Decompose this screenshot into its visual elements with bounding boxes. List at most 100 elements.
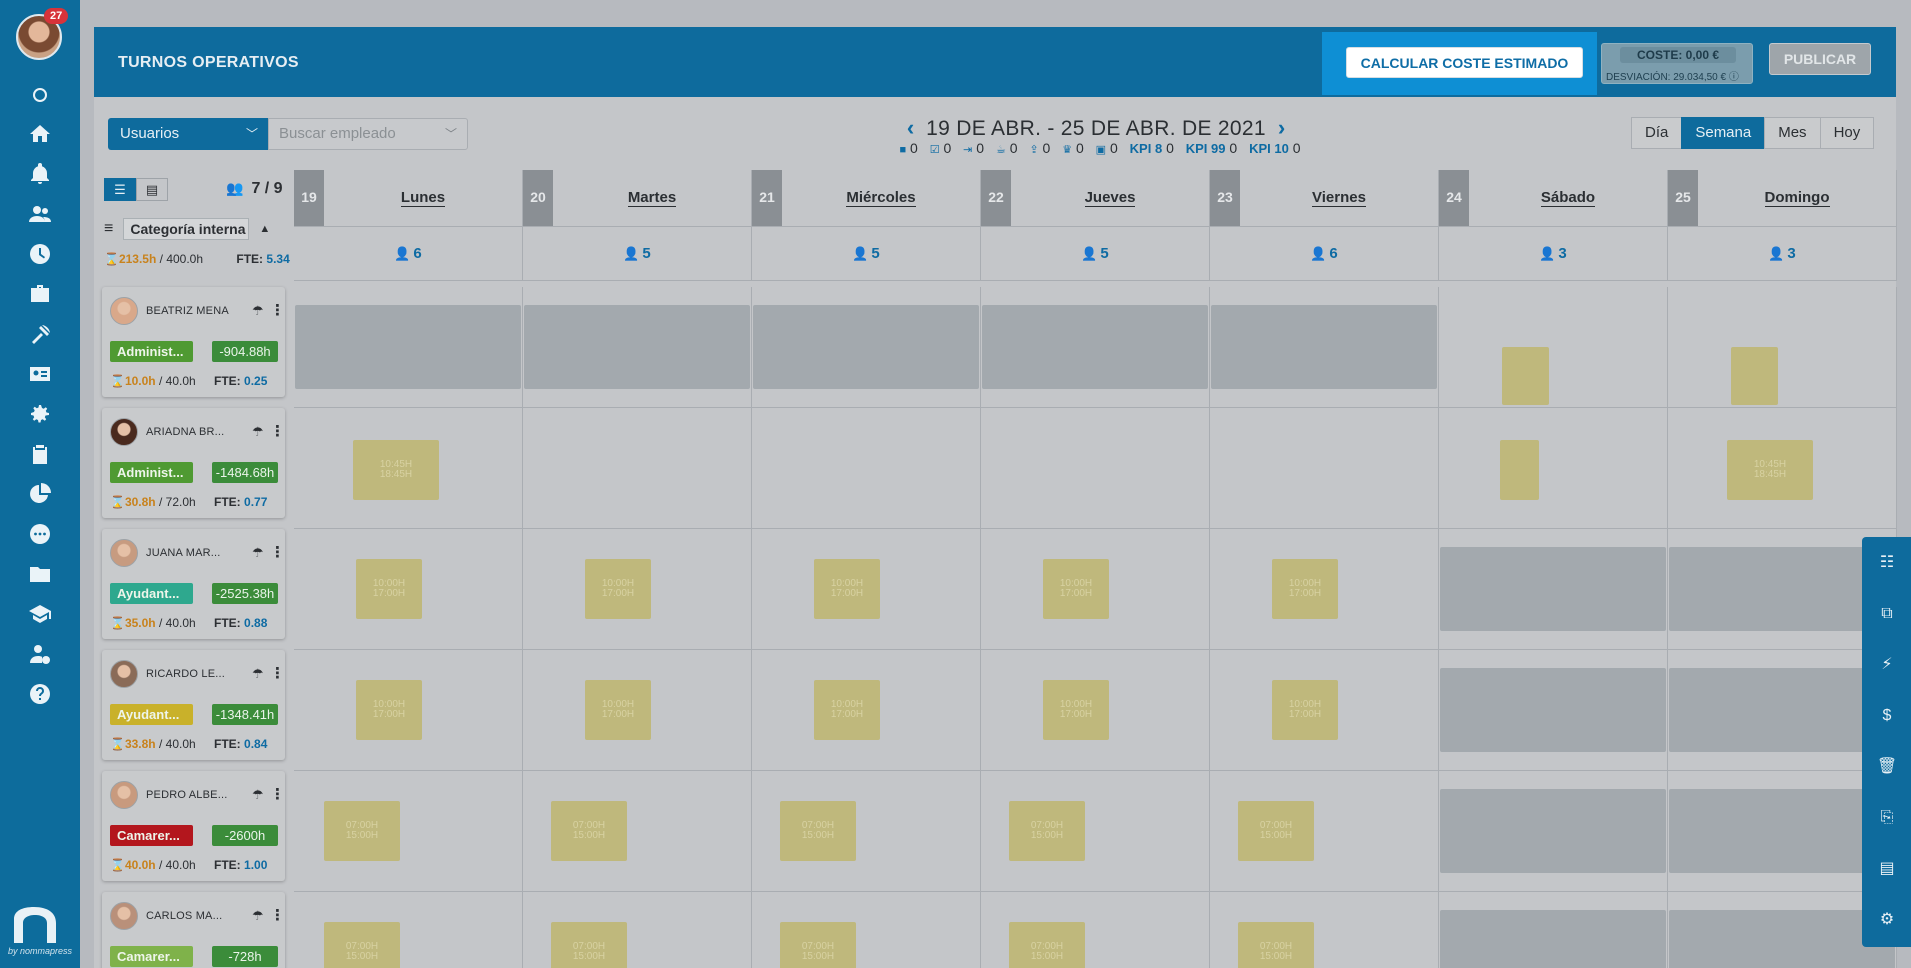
folder-icon[interactable] bbox=[24, 559, 56, 589]
schedule-cell[interactable]: 10:00H 17:00H bbox=[294, 529, 523, 650]
more-options-icon[interactable]: ⋮ bbox=[270, 422, 285, 440]
list-view-icon[interactable]: ☰ bbox=[104, 178, 136, 201]
graduation-icon[interactable] bbox=[24, 599, 56, 629]
schedule-cell[interactable]: 07:00H 15:00H bbox=[523, 892, 752, 968]
shift-block[interactable]: 07:00H 15:00H bbox=[780, 922, 856, 968]
day-name[interactable]: Jueves bbox=[1011, 189, 1209, 207]
schedule-cell[interactable]: 07:00H 15:00H bbox=[752, 771, 981, 892]
shift-block[interactable]: 10:45H 18:45H bbox=[353, 440, 439, 500]
trash-icon[interactable]: 🗑 bbox=[1876, 756, 1898, 778]
settings-icon[interactable]: ⚙ bbox=[1876, 909, 1898, 931]
shift-block[interactable]: 07:00H 15:00H bbox=[1238, 801, 1314, 861]
user-avatar-wrap[interactable]: 27 bbox=[16, 8, 69, 60]
schedule-cell[interactable] bbox=[1210, 408, 1439, 529]
view-today-button[interactable]: Hoy bbox=[1819, 117, 1875, 149]
day-header[interactable]: 19 Lunes bbox=[294, 170, 523, 226]
gear-icon[interactable] bbox=[24, 399, 56, 429]
schedule-cell[interactable] bbox=[523, 287, 752, 408]
shift-block[interactable]: 10:00H 17:00H bbox=[1272, 680, 1338, 740]
more-options-icon[interactable]: ⋮ bbox=[270, 906, 285, 924]
day-name[interactable]: Domingo bbox=[1698, 189, 1896, 207]
umbrella-icon[interactable]: ☂ bbox=[252, 666, 264, 682]
schedule-cell[interactable]: 10:00H 17:00H bbox=[294, 650, 523, 771]
more-options-icon[interactable]: ⋮ bbox=[270, 301, 285, 319]
document-icon[interactable]: ▤ bbox=[1876, 858, 1898, 880]
view-day-button[interactable]: Día bbox=[1631, 117, 1683, 149]
calculate-cost-button[interactable]: CALCULAR COSTE ESTIMADO bbox=[1346, 47, 1583, 78]
day-name[interactable]: Viernes bbox=[1240, 189, 1438, 207]
beach-icon[interactable] bbox=[24, 319, 56, 349]
day-name[interactable]: Martes bbox=[553, 189, 751, 207]
schedule-cell[interactable] bbox=[294, 287, 523, 408]
shift-block[interactable] bbox=[1501, 347, 1549, 405]
day-header[interactable]: 25 Domingo bbox=[1668, 170, 1897, 226]
schedule-cell[interactable]: 07:00H 15:00H bbox=[1210, 771, 1439, 892]
schedule-cell[interactable]: 07:00H 15:00H bbox=[1210, 892, 1439, 968]
employee-card[interactable]: RICARDO LE... ☂ ⋮ Ayudant... -1348.41h ⌛33.8h… bbox=[102, 650, 285, 760]
clock-icon[interactable] bbox=[24, 239, 56, 269]
next-week-icon[interactable]: › bbox=[1278, 115, 1285, 141]
schedule-cell[interactable] bbox=[752, 408, 981, 529]
schedule-cell[interactable]: 10:00H 17:00H bbox=[752, 650, 981, 771]
shift-block[interactable]: 07:00H 15:00H bbox=[551, 922, 627, 968]
umbrella-icon[interactable]: ☂ bbox=[252, 424, 264, 440]
schedule-cell[interactable]: 10:00H 17:00H bbox=[981, 650, 1210, 771]
employee-search-select[interactable]: Buscar empleado ﹀ bbox=[268, 118, 468, 150]
day-name[interactable]: Miércoles bbox=[782, 189, 980, 207]
schedule-cell[interactable]: 07:00H 15:00H bbox=[981, 892, 1210, 968]
id-card-icon[interactable] bbox=[24, 359, 56, 389]
shift-block[interactable]: 10:00H 17:00H bbox=[356, 559, 422, 619]
briefcase-icon[interactable] bbox=[24, 279, 56, 309]
schedule-cell[interactable] bbox=[752, 287, 981, 408]
shift-block[interactable]: 07:00H 15:00H bbox=[1009, 801, 1085, 861]
employee-card[interactable]: ARIADNA BR... ☂ ⋮ Administ... -1484.68h ⌛30.8… bbox=[102, 408, 285, 518]
help-icon[interactable] bbox=[24, 679, 56, 709]
shift-block[interactable]: 07:00H 15:00H bbox=[780, 801, 856, 861]
employee-card[interactable]: BEATRIZ MENA ☂ ⋮ Administ... -904.88h ⌛10.0h … bbox=[102, 287, 285, 397]
schedule-cell[interactable] bbox=[981, 408, 1210, 529]
bell-icon[interactable] bbox=[24, 159, 56, 189]
shift-block[interactable]: 10:00H 17:00H bbox=[356, 680, 422, 740]
employee-card[interactable]: PEDRO ALBE... ☂ ⋮ Camarer... -2600h ⌛40.0h / … bbox=[102, 771, 285, 881]
pie-chart-icon[interactable] bbox=[24, 479, 56, 509]
circle-icon[interactable] bbox=[24, 80, 56, 110]
chat-icon[interactable] bbox=[24, 519, 56, 549]
schedule-cell[interactable] bbox=[1439, 650, 1668, 771]
shift-block[interactable] bbox=[1730, 347, 1778, 405]
shift-block[interactable]: 10:00H 17:00H bbox=[1043, 680, 1109, 740]
umbrella-icon[interactable]: ☂ bbox=[252, 908, 264, 924]
day-name[interactable]: Sábado bbox=[1469, 189, 1667, 207]
schedule-cell[interactable]: 10:00H 17:00H bbox=[752, 529, 981, 650]
day-header[interactable]: 21 Miércoles bbox=[752, 170, 981, 226]
user-cost-icon[interactable] bbox=[24, 639, 56, 669]
umbrella-icon[interactable]: ☂ bbox=[252, 787, 264, 803]
shift-block[interactable]: 07:00H 15:00H bbox=[324, 801, 400, 861]
info-icon[interactable]: ⓘ bbox=[1729, 72, 1739, 83]
shift-block[interactable]: 10:00H 17:00H bbox=[1043, 559, 1109, 619]
schedule-cell[interactable]: 10:00H 17:00H bbox=[523, 650, 752, 771]
schedule-cell[interactable]: 10:00H 17:00H bbox=[981, 529, 1210, 650]
view-week-button[interactable]: Semana bbox=[1681, 117, 1766, 149]
shift-block[interactable]: 10:00H 17:00H bbox=[1272, 559, 1338, 619]
day-header[interactable]: 22 Jueves bbox=[981, 170, 1210, 226]
day-header[interactable]: 23 Viernes bbox=[1210, 170, 1439, 226]
pdf-icon[interactable]: ⎘ bbox=[1876, 807, 1898, 829]
bolt-icon[interactable]: ⚡ bbox=[1876, 654, 1898, 676]
day-header[interactable]: 20 Martes bbox=[523, 170, 752, 226]
schedule-cell[interactable] bbox=[981, 287, 1210, 408]
more-options-icon[interactable]: ⋮ bbox=[270, 543, 285, 561]
money-icon[interactable]: $ bbox=[1876, 705, 1898, 727]
schedule-cell[interactable] bbox=[1439, 287, 1668, 408]
schedule-cell[interactable]: 10:45H 18:45H bbox=[294, 408, 523, 529]
schedule-cell[interactable]: 07:00H 15:00H bbox=[294, 771, 523, 892]
users-filter-select[interactable]: Usuarios ﹀ bbox=[108, 118, 268, 150]
columns-icon[interactable]: ☷ bbox=[1876, 552, 1898, 574]
employee-card[interactable]: CARLOS MA... ☂ ⋮ Camarer... -728h bbox=[102, 892, 285, 968]
shift-block[interactable]: 10:00H 17:00H bbox=[585, 680, 651, 740]
shift-block[interactable]: 07:00H 15:00H bbox=[324, 922, 400, 968]
schedule-cell[interactable]: 10:45H 18:45H bbox=[1668, 408, 1897, 529]
publish-button[interactable]: PUBLICAR bbox=[1769, 43, 1871, 75]
prev-week-icon[interactable]: ‹ bbox=[907, 115, 914, 141]
schedule-cell[interactable] bbox=[523, 408, 752, 529]
shift-block[interactable] bbox=[1499, 440, 1539, 500]
